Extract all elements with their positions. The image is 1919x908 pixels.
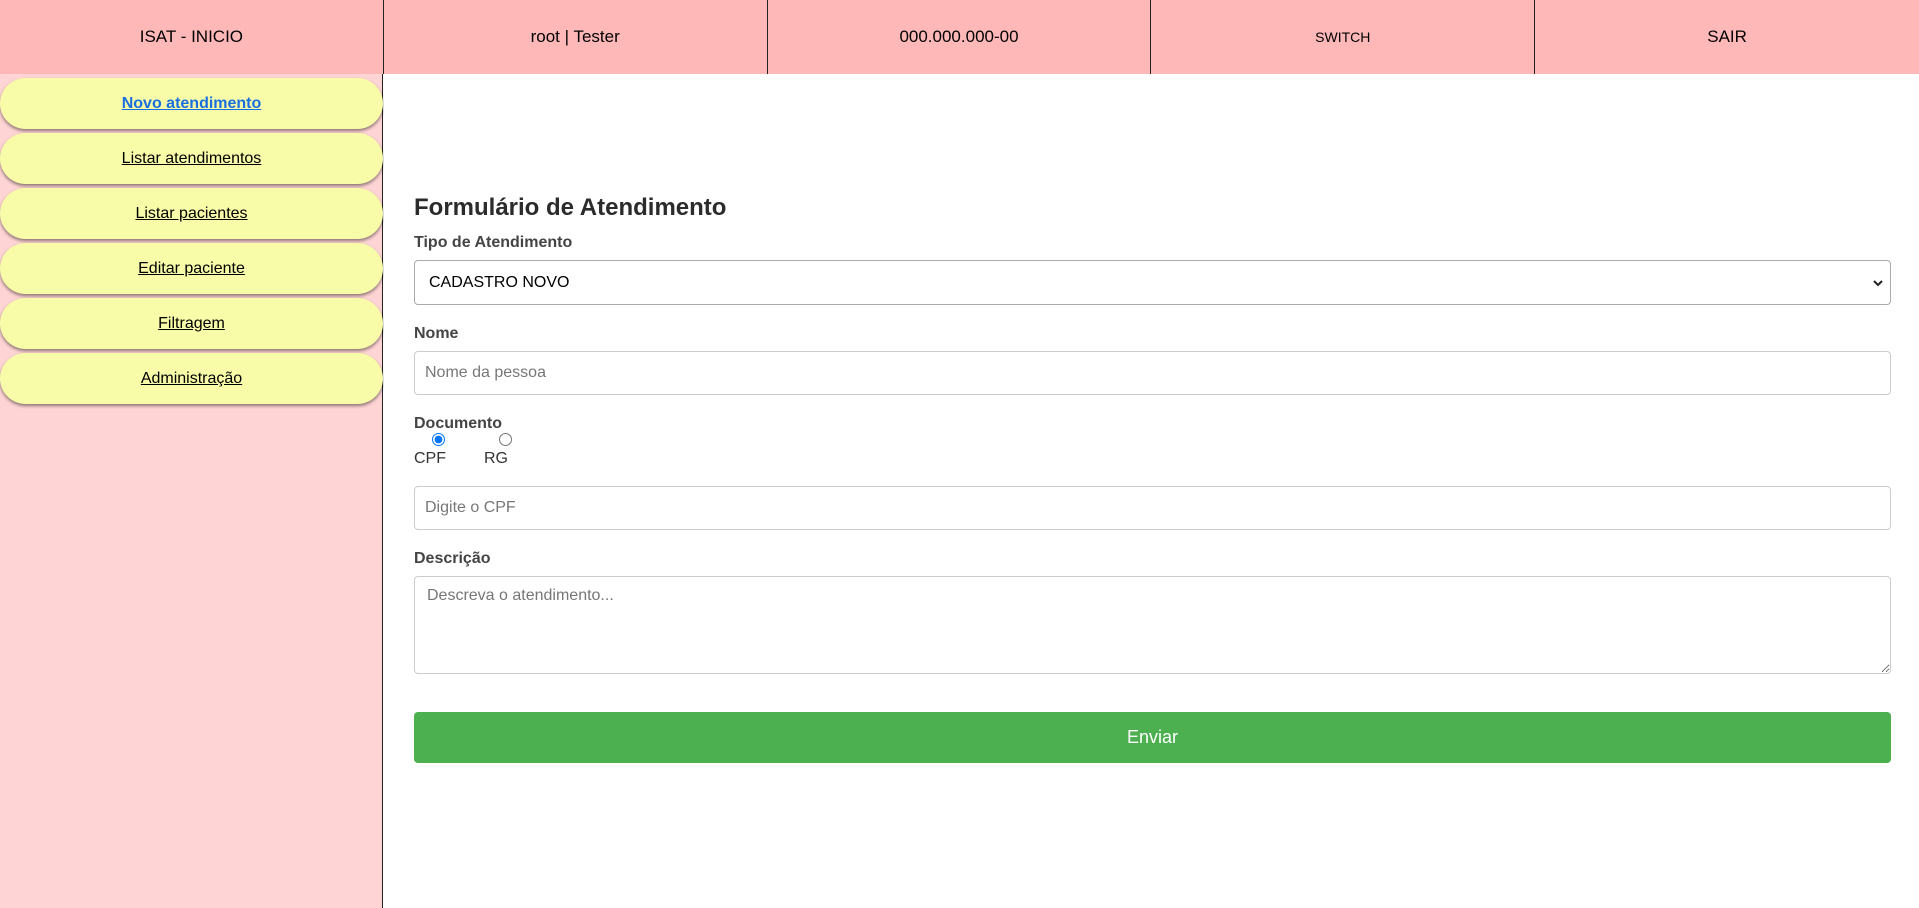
nav-home-link[interactable]: ISAT - INICIO bbox=[0, 0, 384, 74]
sidebar-item-administracao[interactable]: Administração bbox=[0, 353, 383, 404]
cpf-radio-label: CPF bbox=[414, 450, 446, 467]
atendimento-form: Formulário de Atendimento Tipo de Atendi… bbox=[414, 194, 1891, 763]
nav-document-info[interactable]: 000.000.000-00 bbox=[768, 0, 1152, 74]
cpf-radio[interactable] bbox=[432, 433, 445, 446]
rg-radio-label: RG bbox=[484, 450, 508, 467]
nav-switch-button[interactable]: SWITCH bbox=[1151, 0, 1536, 74]
tipo-atendimento-value: CADASTRO NOVO bbox=[429, 273, 570, 291]
chevron-down-icon bbox=[1873, 279, 1883, 286]
radio-option-cpf: CPF bbox=[414, 433, 484, 468]
form-title: Formulário de Atendimento bbox=[414, 194, 727, 221]
nav-logout-button[interactable]: SAIR bbox=[1535, 0, 1919, 74]
descricao-label: Descrição bbox=[414, 550, 491, 567]
descricao-textarea[interactable] bbox=[414, 576, 1891, 674]
nome-label: Nome bbox=[414, 325, 459, 342]
top-navbar: ISAT - INICIO root | Tester 000.000.000-… bbox=[0, 0, 1919, 74]
documento-input[interactable] bbox=[414, 486, 1891, 530]
documento-label: Documento bbox=[414, 415, 502, 432]
rg-radio[interactable] bbox=[499, 433, 512, 446]
nome-input[interactable] bbox=[414, 351, 1891, 395]
sidebar-item-listar-pacientes[interactable]: Listar pacientes bbox=[0, 188, 383, 239]
sidebar: Novo atendimento Listar atendimentos Lis… bbox=[0, 74, 383, 908]
nav-user-info[interactable]: root | Tester bbox=[384, 0, 768, 74]
sidebar-item-filtragem[interactable]: Filtragem bbox=[0, 298, 383, 349]
sidebar-item-editar-paciente[interactable]: Editar paciente bbox=[0, 243, 383, 294]
documento-radio-group: CPF RG bbox=[414, 433, 1891, 468]
main-content: Formulário de Atendimento Tipo de Atendi… bbox=[384, 74, 1919, 908]
sidebar-item-novo-atendimento[interactable]: Novo atendimento bbox=[0, 78, 383, 129]
submit-button[interactable]: Enviar bbox=[414, 712, 1891, 763]
tipo-atendimento-label: Tipo de Atendimento bbox=[414, 234, 573, 251]
sidebar-item-listar-atendimentos[interactable]: Listar atendimentos bbox=[0, 133, 383, 184]
radio-option-rg: RG bbox=[484, 433, 554, 468]
tipo-atendimento-select[interactable]: CADASTRO NOVO bbox=[414, 260, 1891, 305]
